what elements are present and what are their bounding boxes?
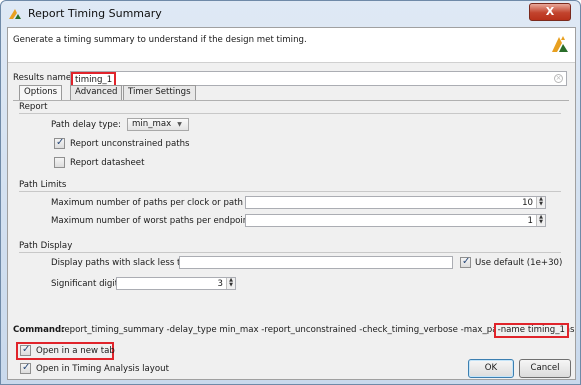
results-name-label: Results name: [13,73,75,83]
vivado-logo-icon [552,36,568,52]
window-title: Report Timing Summary [28,7,162,20]
report-unconstrained-checkbox[interactable] [54,137,65,149]
tab-advanced[interactable]: Advanced [70,85,123,100]
close-button[interactable]: X [529,3,571,21]
header-band: Generate a timing summary to understand … [8,28,575,63]
path-limits-title: Path Limits [19,180,67,190]
max-worst-paths-spinner[interactable]: 1 ▲ ▼ [245,214,546,227]
use-default-checkbox[interactable] [460,256,471,268]
path-delay-value: min_max [132,119,172,129]
open-timing-layout-checkbox[interactable] [20,362,31,374]
command-row: Command: report_timing_summary -delay_ty… [13,323,574,339]
options-panel: Report Path delay type: min_max ▼ Report … [13,100,569,319]
command-label: Command: [13,325,65,335]
tab-advanced-label: Advanced [75,87,118,97]
slack-input[interactable] [179,256,453,269]
report-datasheet-checkbox[interactable] [54,157,65,168]
spinner-arrows-icon[interactable]: ▲ ▼ [226,278,235,289]
use-default-label: Use default (1e+30) [475,258,563,268]
path-delay-select[interactable]: min_max ▼ [127,118,189,131]
path-delay-label: Path delay type: [51,120,121,130]
tab-timer-settings[interactable]: Timer Settings [123,85,196,100]
open-new-tab-label[interactable]: Open in a new tab [36,346,115,356]
significant-digits-value: 3 [217,279,223,289]
max-paths-value: 10 [522,198,533,208]
report-datasheet-label: Report datasheet [70,158,145,168]
path-limits-divider [19,191,561,192]
report-divider [19,113,561,114]
open-timing-layout-label[interactable]: Open in Timing Analysis layout [36,364,169,374]
path-display-divider [19,252,561,253]
results-name-input[interactable]: timing_1 × [70,71,567,87]
ok-button[interactable]: OK [468,359,514,378]
report-unconstrained-label: Report unconstrained paths [70,139,190,149]
tab-timer-settings-label: Timer Settings [128,87,191,97]
clear-icon[interactable]: × [554,74,563,83]
max-paths-spinner[interactable]: 10 ▲ ▼ [245,196,546,209]
max-worst-paths-label: Maximum number of worst paths per endpoi… [51,216,255,226]
vivado-app-icon [9,9,21,19]
max-worst-paths-value: 1 [527,216,533,226]
chevron-down-icon: ▼ [177,121,182,128]
title-bar[interactable]: Report Timing Summary X [1,1,580,27]
tab-options-label: Options [24,87,58,97]
dialog-window: Report Timing Summary X Generate a timin… [0,0,581,385]
cancel-button[interactable]: Cancel [519,359,571,378]
tab-options[interactable]: Options [19,85,63,101]
significant-digits-spinner[interactable]: 3 ▲ ▼ [116,277,236,290]
command-name-part: -name timing_1 [493,323,569,338]
spinner-arrows-icon[interactable]: ▲ ▼ [536,197,545,208]
report-group-title: Report [19,102,48,112]
path-display-title: Path Display [19,241,73,251]
max-paths-label: Maximum number of paths per clock or pat… [51,198,274,208]
significant-digits-label: Significant digits: [51,279,126,289]
dialog-description: Generate a timing summary to understand … [13,35,307,45]
slack-label: Display paths with slack less than: [51,258,200,268]
dialog-body: Generate a timing summary to understand … [7,27,576,380]
open-new-tab-checkbox[interactable] [20,344,31,356]
spinner-arrows-icon[interactable]: ▲ ▼ [536,215,545,226]
